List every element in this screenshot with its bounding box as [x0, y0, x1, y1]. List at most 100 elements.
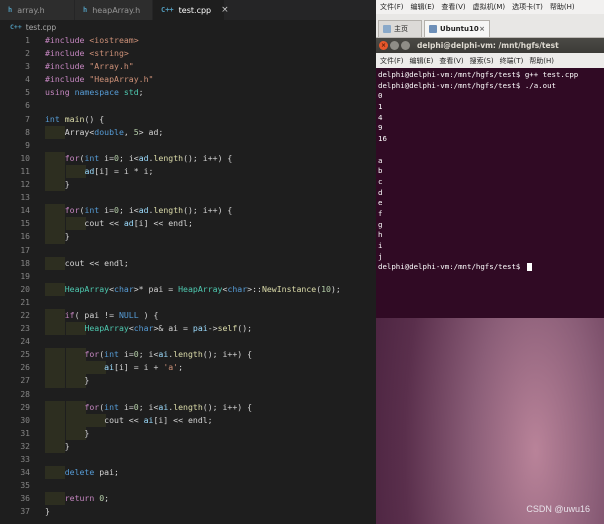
code-token: using — [45, 87, 75, 98]
terminal-text: i — [378, 241, 383, 250]
minimize-window-icon[interactable] — [390, 41, 399, 50]
terminal-menu-search[interactable]: 搜索(S) — [470, 56, 494, 66]
code-token: char — [133, 323, 154, 334]
vm-menu-item-file[interactable]: 文件(F) — [380, 2, 404, 12]
code-line[interactable]: 26 ai[i] = i + 'a'; — [0, 361, 376, 375]
terminal-menu-help[interactable]: 帮助(H) — [529, 56, 554, 66]
code-token: #include — [45, 74, 90, 85]
code-line[interactable]: 16 } — [0, 230, 376, 244]
close-icon[interactable]: × — [479, 25, 485, 33]
code-line[interactable]: 28 — [0, 388, 376, 401]
terminal-text: 16 — [378, 134, 387, 144]
code-line[interactable]: 34 delete pai; — [0, 466, 376, 480]
tab-heaparray-h[interactable]: h heapArray.h — [75, 0, 153, 20]
code-line[interactable]: 36 return 0; — [0, 492, 376, 506]
terminal-menu-view[interactable]: 查看(V) — [439, 56, 463, 66]
code-line[interactable]: 5 using namespace std; — [0, 86, 376, 99]
code-line[interactable]: 7 int main() { — [0, 113, 376, 126]
close-window-icon[interactable]: × — [379, 41, 388, 50]
vm-tab-label: Ubuntu10 — [440, 25, 479, 33]
terminal-line: f — [378, 209, 602, 220]
terminal-output[interactable]: delphi@delphi-vm:/mnt/hgfs/test$ g++ tes… — [378, 70, 602, 273]
line-number: 6 — [25, 101, 30, 111]
code-line[interactable]: 24 — [0, 335, 376, 348]
code-token: #include — [45, 48, 90, 59]
line-number: 1 — [25, 36, 30, 45]
code-line[interactable]: 18 cout << endl; — [0, 256, 376, 270]
code-line[interactable]: 25 for(int i=0; i<ai.length(); i++) { — [0, 348, 376, 362]
code-line[interactable]: 9 — [0, 139, 376, 152]
code-line[interactable]: 35 — [0, 479, 376, 492]
code-line[interactable]: 14 for(int i=0; i<ad.length(); i++) { — [0, 204, 376, 218]
terminal-menu-terminal[interactable]: 终端(T) — [500, 56, 524, 66]
code-line[interactable]: 23 HeapArray<char>& ai = pai->self(); — [0, 322, 376, 336]
cpp-file-icon: C++ — [10, 23, 22, 31]
cpp-file-icon: C++ — [161, 6, 174, 14]
vm-menu-item-tabs[interactable]: 选项卡(T) — [512, 2, 543, 12]
code-line[interactable]: 19 — [0, 270, 376, 283]
vm-menu-item-help[interactable]: 帮助(H) — [550, 2, 575, 12]
terminal-title: delphi@delphi-vm: /mnt/hgfs/test — [417, 41, 559, 50]
code-line[interactable]: 1 #include <iostream> — [0, 34, 376, 47]
close-icon[interactable]: × — [221, 5, 229, 15]
code-token: NewInstance — [261, 283, 317, 294]
code-line[interactable]: 27 } — [0, 374, 376, 388]
terminal-line: i — [378, 241, 602, 252]
vm-tab-label: 主页 — [394, 25, 408, 33]
code-line[interactable]: 22 if( pai != NULL ) { — [0, 308, 376, 323]
vm-menu-item-edit[interactable]: 编辑(E) — [411, 2, 435, 12]
terminal-menu-bar: 文件(F) 编辑(E) 查看(V) 搜索(S) 终端(T) 帮助(H) — [376, 53, 604, 68]
code-area[interactable]: 1 #include <iostream> 2 #include <string> 3 #… — [0, 34, 376, 518]
code-token: } — [45, 440, 70, 451]
code-line[interactable]: 30 cout << ai[i] << endl; — [0, 413, 376, 427]
vm-menu-item-vm[interactable]: 虚拟机(M) — [473, 2, 506, 12]
terminal-text: j — [378, 251, 383, 261]
code-line[interactable]: 21 — [0, 296, 376, 309]
code-line[interactable]: 37} — [0, 505, 376, 518]
terminal-line: 9 — [378, 123, 602, 134]
code-line[interactable]: 2 #include <string> — [0, 47, 376, 60]
maximize-window-icon[interactable] — [401, 41, 410, 50]
code-line[interactable]: 17 — [0, 244, 376, 257]
code-token: <iostream> — [89, 35, 139, 45]
code-line[interactable]: 29 for(int i=0; i<ai.length(); i++) { — [0, 400, 376, 414]
code-text: ad[i] = i * i; — [45, 165, 153, 178]
code-token: ; — [178, 362, 184, 373]
vm-menu-item-view[interactable]: 查看(V) — [441, 2, 465, 12]
vm-tab-ubuntu10[interactable]: Ubuntu10 × — [424, 20, 490, 37]
code-token: for — [84, 349, 100, 360]
line-number: 17 — [20, 245, 30, 255]
code-token: #include — [45, 35, 90, 45]
terminal-title-bar[interactable]: × delphi@delphi-vm: /mnt/hgfs/test — [376, 38, 604, 53]
code-token: if — [64, 309, 75, 320]
tab-array-h[interactable]: h array.h — [0, 0, 75, 20]
code-line[interactable]: 20 HeapArray<char>* pai = HeapArray<char… — [0, 282, 376, 296]
tab-test-cpp[interactable]: C++ test.cpp × — [153, 0, 229, 20]
ubuntu-desktop[interactable]: × delphi@delphi-vm: /mnt/hgfs/test 文件(F)… — [376, 38, 604, 524]
line-number: 10 — [20, 153, 30, 163]
code-line[interactable]: 8 Array<double, 5> ad; — [0, 125, 376, 139]
code-token: int — [84, 152, 105, 163]
code-text: } — [45, 427, 89, 440]
code-line[interactable]: 13 — [0, 191, 376, 204]
code-line[interactable]: 10 for(int i=0; i<ad.length(); i++) { — [0, 151, 376, 165]
code-token: ; i< — [118, 152, 139, 163]
code-line[interactable]: 11 ad[i] = i * i; — [0, 164, 376, 179]
terminal-menu-edit[interactable]: 编辑(E) — [410, 56, 434, 66]
code-line[interactable]: 15 cout << ad[i] << endl; — [0, 217, 376, 231]
code-line[interactable]: 3 #include "Array.h" — [0, 60, 376, 73]
code-line[interactable]: 32 } — [0, 439, 376, 453]
terminal-menu-file[interactable]: 文件(F) — [380, 56, 404, 66]
code-line[interactable]: 12 } — [0, 178, 376, 192]
vm-tab-home[interactable]: 主页 — [378, 20, 422, 37]
code-line[interactable]: 4 #include "HeapArray.h" — [0, 73, 376, 86]
terminal-window[interactable]: × delphi@delphi-vm: /mnt/hgfs/test 文件(F)… — [376, 38, 604, 318]
editor-tab-bar: h array.h h heapArray.h C++ test.cpp × — [0, 0, 376, 20]
terminal-line: c — [378, 177, 602, 188]
code-line[interactable]: 33 — [0, 453, 376, 466]
code-line[interactable]: 6 — [0, 99, 376, 112]
breadcrumb[interactable]: C++ test.cpp — [0, 20, 376, 34]
code-line[interactable]: 31 } — [0, 426, 376, 440]
